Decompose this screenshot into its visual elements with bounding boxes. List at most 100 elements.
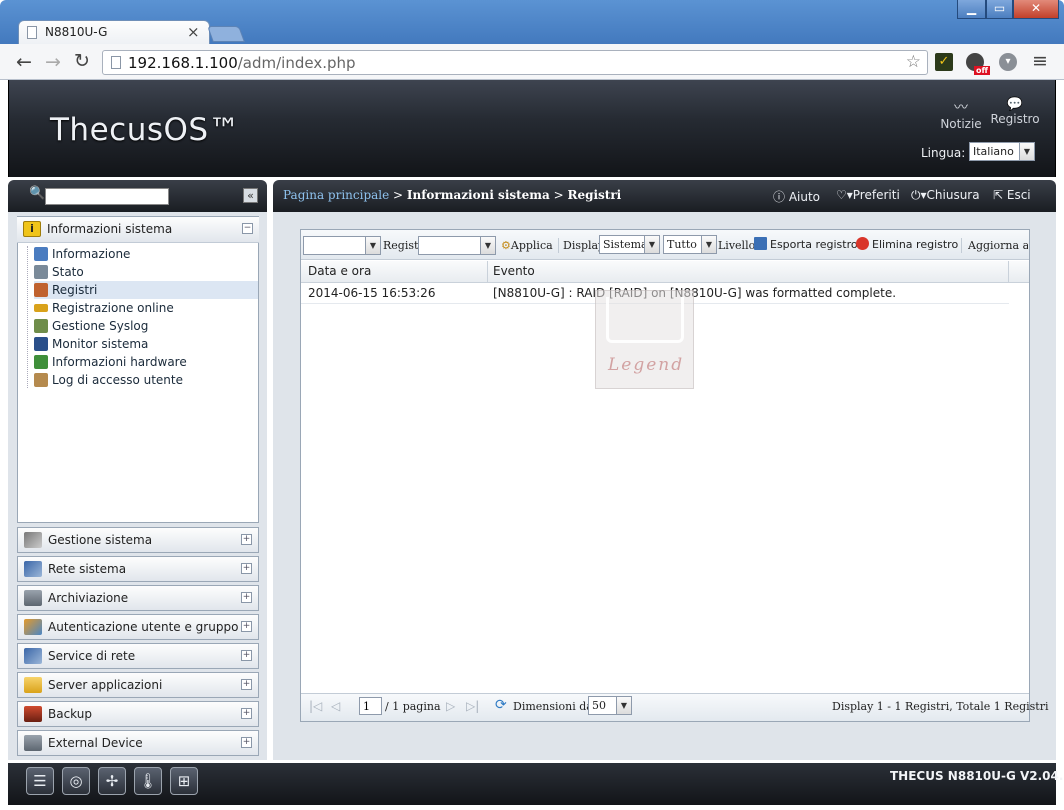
extension-check-icon[interactable]: ✓ [935,53,953,71]
tree-item-registri[interactable]: Registri [34,281,258,299]
livello-select[interactable]: Tutto ▼ [663,235,717,254]
section-server-applicazioni[interactable]: Server applicazioni + [17,672,259,698]
preferiti-button[interactable]: ♡▾Preferiti [836,188,900,202]
tree-item-informazioni-hardware[interactable]: Informazioni hardware [34,353,187,371]
address-bar[interactable]: 192.168.1.100/adm/index.php ☆ [102,50,928,75]
access-log-icon [34,373,48,387]
new-tab-button[interactable] [207,26,245,42]
section-archiviazione[interactable]: Archiviazione + [17,585,259,611]
expand-toggle[interactable]: + [241,534,252,545]
page-size-select[interactable]: 50 ▼ [588,696,632,715]
expand-toggle[interactable]: + [241,650,252,661]
heart-icon: ♡▾ [836,188,853,202]
elimina-registro-button[interactable]: Elimina registro [856,237,958,251]
first-page-icon[interactable]: |◁ [309,699,322,713]
rss-icon: 〰 [954,100,968,116]
close-window-button[interactable]: ✕ [1013,0,1059,19]
last-page-icon[interactable]: ▷| [466,699,479,713]
esci-button[interactable]: ⇱ Esci [993,188,1031,202]
expand-toggle[interactable]: + [241,621,252,632]
breadcrumb-home-link[interactable]: Pagina principale [283,188,389,202]
log-type-select[interactable]: ▼ [303,236,381,255]
section-rete-sistema[interactable]: Rete sistema + [17,556,259,582]
power-icon: ⏻▾ [911,188,927,202]
expand-toggle[interactable]: + [241,563,252,574]
collapse-toggle[interactable]: − [242,223,253,234]
maximize-button[interactable]: ▭ [986,0,1013,19]
tools-icon [24,532,42,548]
menu-icon[interactable]: ≡ [1032,50,1048,72]
section-autenticazione[interactable]: Autenticazione utente e gruppo + [17,614,259,640]
aggiorna-automatico-label[interactable]: Aggiorna aut [968,236,1028,255]
server-rack-icon[interactable]: ☰ [26,767,54,795]
reload-icon[interactable]: ↻ [74,50,90,72]
tree-item-label: Informazioni hardware [52,355,187,369]
section-label: Archiviazione [48,591,129,605]
registro-button[interactable]: 💬 Registro [990,97,1040,126]
tree-item-label: Stato [52,265,84,279]
log-grid-header [301,261,1029,283]
column-header-evento[interactable]: Evento [493,264,535,278]
watermark-logo: Legend [595,290,694,389]
expand-toggle[interactable]: + [241,592,252,603]
log-book-icon [34,283,48,297]
app-folder-icon [24,677,42,693]
chiusura-button[interactable]: ⏻▾Chiusura [911,188,980,203]
refresh-icon[interactable]: ⟳ [495,697,507,713]
chevron-down-icon: ▼ [644,235,660,254]
url-host: 192.168.1.100 [128,54,238,72]
section-backup[interactable]: Backup + [17,701,259,727]
expand-toggle[interactable]: + [241,737,252,748]
tree-item-informazione[interactable]: Informazione [34,245,130,263]
expand-toggle[interactable]: + [241,708,252,719]
back-icon[interactable]: ← [16,51,32,73]
forward-icon[interactable]: → [45,51,61,73]
tree-item-stato[interactable]: Stato [34,263,84,281]
section-external-device[interactable]: External Device + [17,730,259,756]
chiusura-label: Chiusura [926,188,980,202]
thermometer-icon[interactable]: 🌡 [134,767,162,795]
display-select[interactable]: Sistema ▼ [599,235,660,254]
registro-label: Registro [990,112,1040,126]
applica-label: Applica [510,239,553,252]
online-register-icon [34,304,48,312]
page-number-input[interactable] [359,697,382,715]
notizie-button[interactable]: 〰 Notizie [940,97,982,131]
section-gestione-sistema[interactable]: Gestione sistema + [17,527,259,553]
tree-item-log-accesso[interactable]: Log di accesso utente [34,371,183,389]
browser-tab[interactable]: N8810U-G × [18,20,210,44]
log-filter-select[interactable]: ▼ [418,236,496,255]
extension-shield-icon[interactable]: ▾ [999,53,1017,71]
monitor-system-icon [34,337,48,351]
esporta-registro-button[interactable]: Esporta registro [754,237,858,251]
tree-item-label: Log di accesso utente [52,373,183,387]
applica-button[interactable]: ⚙Applica [501,236,553,255]
tree-item-registrazione-online[interactable]: Registrazione online [34,299,174,317]
chevron-down-icon: ▼ [480,236,496,255]
network-topology-icon[interactable]: ⊞ [170,767,198,795]
tree-item-gestione-syslog[interactable]: Gestione Syslog [34,317,148,335]
aiuto-button[interactable]: ⓘ Aiuto [773,188,820,205]
url-path: /adm/index.php [237,54,356,72]
chevron-down-icon: ▼ [365,236,381,255]
next-page-icon[interactable]: ▷ [446,699,455,713]
cell-event: [N8810U-G] : RAID [RAID] on [N8810U-G] w… [493,286,897,300]
tab-close-icon[interactable]: × [187,23,200,41]
tree-item-monitor-sistema[interactable]: Monitor sistema [34,335,148,353]
prev-page-icon[interactable]: ◁ [331,699,340,713]
section-label: External Device [48,736,143,750]
fan-icon[interactable]: ✢ [98,767,126,795]
url-text: 192.168.1.100/adm/index.php [128,54,356,72]
logout-icon: ⇱ [993,188,1007,202]
section-service-di-rete[interactable]: Service di rete + [17,643,259,669]
sidebar-search-input[interactable] [45,188,169,205]
lingua-select[interactable]: Italiano ▼ [969,142,1035,161]
expand-toggle[interactable]: + [241,679,252,690]
star-icon[interactable]: ☆ [906,52,921,72]
collapse-sidebar-button[interactable]: « [243,188,258,203]
column-header-data-ora[interactable]: Data e ora [308,264,371,278]
hard-disk-icon[interactable]: ◎ [62,767,90,795]
section-informazioni-sistema[interactable]: i Informazioni sistema − [17,217,259,243]
watermark-text: Legend [608,355,685,375]
minimize-button[interactable]: ▁ [957,0,986,19]
